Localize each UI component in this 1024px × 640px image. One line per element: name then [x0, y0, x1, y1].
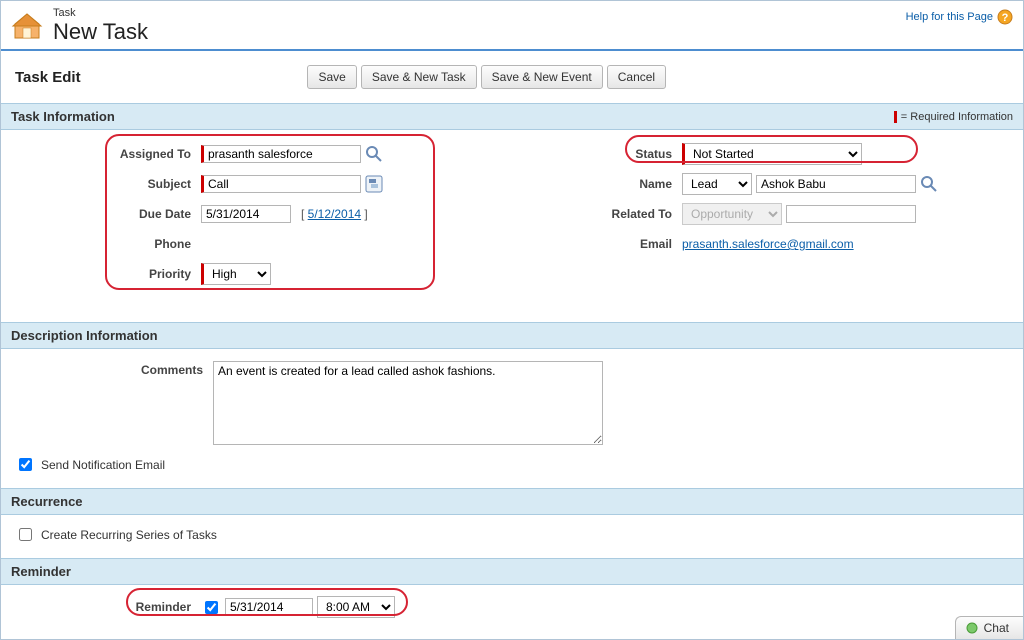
email-label: Email — [512, 237, 682, 251]
send-notification-label: Send Notification Email — [41, 458, 165, 472]
recurrence-header: Recurrence — [1, 488, 1023, 515]
subject-input[interactable] — [201, 175, 361, 193]
recurrence-title: Recurrence — [11, 494, 83, 509]
help-link-text: Help for this Page — [906, 11, 993, 23]
status-select[interactable]: Not Started — [682, 143, 862, 165]
reminder-header: Reminder — [1, 558, 1023, 585]
desc-title: Description Information — [11, 328, 158, 343]
reminder-title: Reminder — [11, 564, 71, 579]
name-label: Name — [512, 177, 682, 191]
reminder-label: Reminder — [1, 600, 201, 614]
page-title: New Task — [53, 19, 148, 45]
page-subtitle: Task — [53, 7, 148, 19]
home-icon — [11, 10, 43, 42]
name-input[interactable] — [756, 175, 916, 193]
reminder-time-select[interactable]: 8:00 AM — [317, 596, 395, 618]
title-text: Task New Task — [53, 7, 148, 45]
due-date-label: Due Date — [1, 207, 201, 221]
combo-icon[interactable] — [365, 175, 383, 193]
toolbar: Task Edit Save Save & New Task Save & Ne… — [1, 51, 1023, 103]
help-link[interactable]: Help for this Page ? — [906, 7, 1013, 25]
task-info-title: Task Information — [11, 109, 115, 124]
help-icon: ? — [997, 9, 1013, 25]
lookup-icon[interactable] — [365, 145, 383, 163]
subject-label: Subject — [1, 177, 201, 191]
comments-label: Comments — [1, 361, 213, 377]
assigned-to-input[interactable] — [201, 145, 361, 163]
due-date-input[interactable] — [201, 205, 291, 223]
related-to-label: Related To — [512, 207, 682, 221]
priority-label: Priority — [1, 267, 201, 281]
date-hint-wrapper: [ 5/12/2014 ] — [301, 207, 368, 221]
svg-text:?: ? — [1002, 12, 1009, 24]
assigned-to-label: Assigned To — [1, 147, 201, 161]
toolbar-title: Task Edit — [15, 69, 81, 86]
comments-textarea[interactable]: An event is created for a lead called as… — [213, 361, 603, 445]
create-recurring-label: Create Recurring Series of Tasks — [41, 528, 217, 542]
toolbar-buttons: Save Save & New Task Save & New Event Ca… — [307, 65, 666, 89]
save-new-event-button[interactable]: Save & New Event — [481, 65, 603, 89]
create-recurring-checkbox[interactable] — [19, 528, 32, 541]
desc-header: Description Information — [1, 322, 1023, 349]
email-link[interactable]: prasanth.salesforce@gmail.com — [682, 237, 854, 251]
save-new-task-button[interactable]: Save & New Task — [361, 65, 477, 89]
chat-icon — [966, 622, 978, 634]
send-notification-checkbox[interactable] — [19, 458, 32, 471]
priority-select[interactable]: High — [201, 263, 271, 285]
related-to-type-select: Opportunity — [682, 203, 782, 225]
task-info-header: Task Information = Required Information — [1, 103, 1023, 130]
save-button[interactable]: Save — [307, 65, 356, 89]
chat-label: Chat — [984, 621, 1009, 635]
required-bar-icon — [894, 111, 897, 123]
name-type-select[interactable]: Lead — [682, 173, 752, 195]
reminder-date-input[interactable] — [225, 598, 313, 616]
page-header: Task New Task Help for this Page ? — [1, 1, 1023, 51]
reminder-checkbox[interactable] — [205, 601, 218, 614]
required-legend: = Required Information — [894, 111, 1013, 123]
date-hint-link[interactable]: 5/12/2014 — [308, 207, 361, 221]
required-legend-text: = Required Information — [901, 111, 1013, 123]
chat-bar[interactable]: Chat — [955, 616, 1023, 639]
status-label: Status — [512, 147, 682, 161]
cancel-button[interactable]: Cancel — [607, 65, 666, 89]
title-block: Task New Task — [11, 7, 148, 45]
related-to-input — [786, 205, 916, 223]
phone-label: Phone — [1, 237, 201, 251]
lookup-icon[interactable] — [920, 175, 938, 193]
